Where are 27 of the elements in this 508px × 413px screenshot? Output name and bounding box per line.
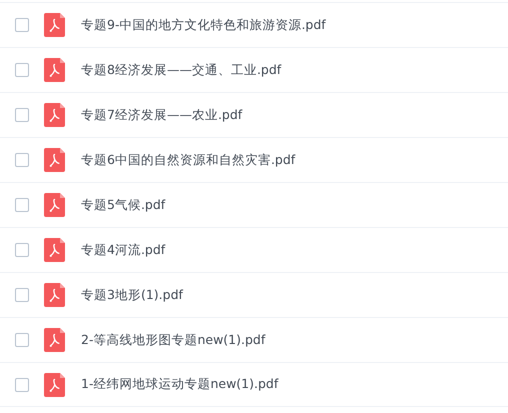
file-name[interactable]: 专题7经济发展——农业.pdf — [81, 106, 242, 124]
file-name[interactable]: 2-等高线地形图专题new(1).pdf — [81, 332, 266, 348]
file-name[interactable]: 专题5气候.pdf — [81, 196, 166, 214]
pdf-file-icon — [44, 58, 65, 82]
checkbox[interactable] — [15, 378, 29, 392]
checkbox[interactable] — [15, 63, 29, 77]
pdf-file-icon — [44, 13, 65, 37]
checkbox[interactable] — [15, 198, 29, 212]
checkbox[interactable] — [15, 108, 29, 122]
pdf-file-icon — [44, 238, 65, 262]
checkbox[interactable] — [15, 333, 29, 347]
pdf-file-icon — [44, 372, 65, 396]
checkbox[interactable] — [15, 243, 29, 257]
checkbox[interactable] — [15, 288, 29, 302]
file-name[interactable]: 专题8经济发展——交通、工业.pdf — [81, 62, 282, 78]
file-name[interactable]: 专题9-中国的地方文化特色和旅游资源.pdf — [81, 16, 326, 34]
pdf-file-icon — [44, 193, 65, 217]
file-name[interactable]: 专题4河流.pdf — [81, 242, 166, 258]
pdf-file-icon — [44, 148, 65, 172]
pdf-file-icon — [44, 283, 65, 307]
file-name[interactable]: 专题6中国的自然资源和自然灾害.pdf — [81, 152, 296, 168]
pdf-file-icon — [44, 328, 65, 352]
pdf-file-icon — [44, 103, 65, 127]
checkbox[interactable] — [15, 18, 29, 32]
checkbox[interactable] — [15, 153, 29, 167]
file-name[interactable]: 1-经纬网地球运动专题new(1).pdf — [81, 376, 278, 393]
file-name[interactable]: 专题3地形(1).pdf — [81, 286, 183, 304]
